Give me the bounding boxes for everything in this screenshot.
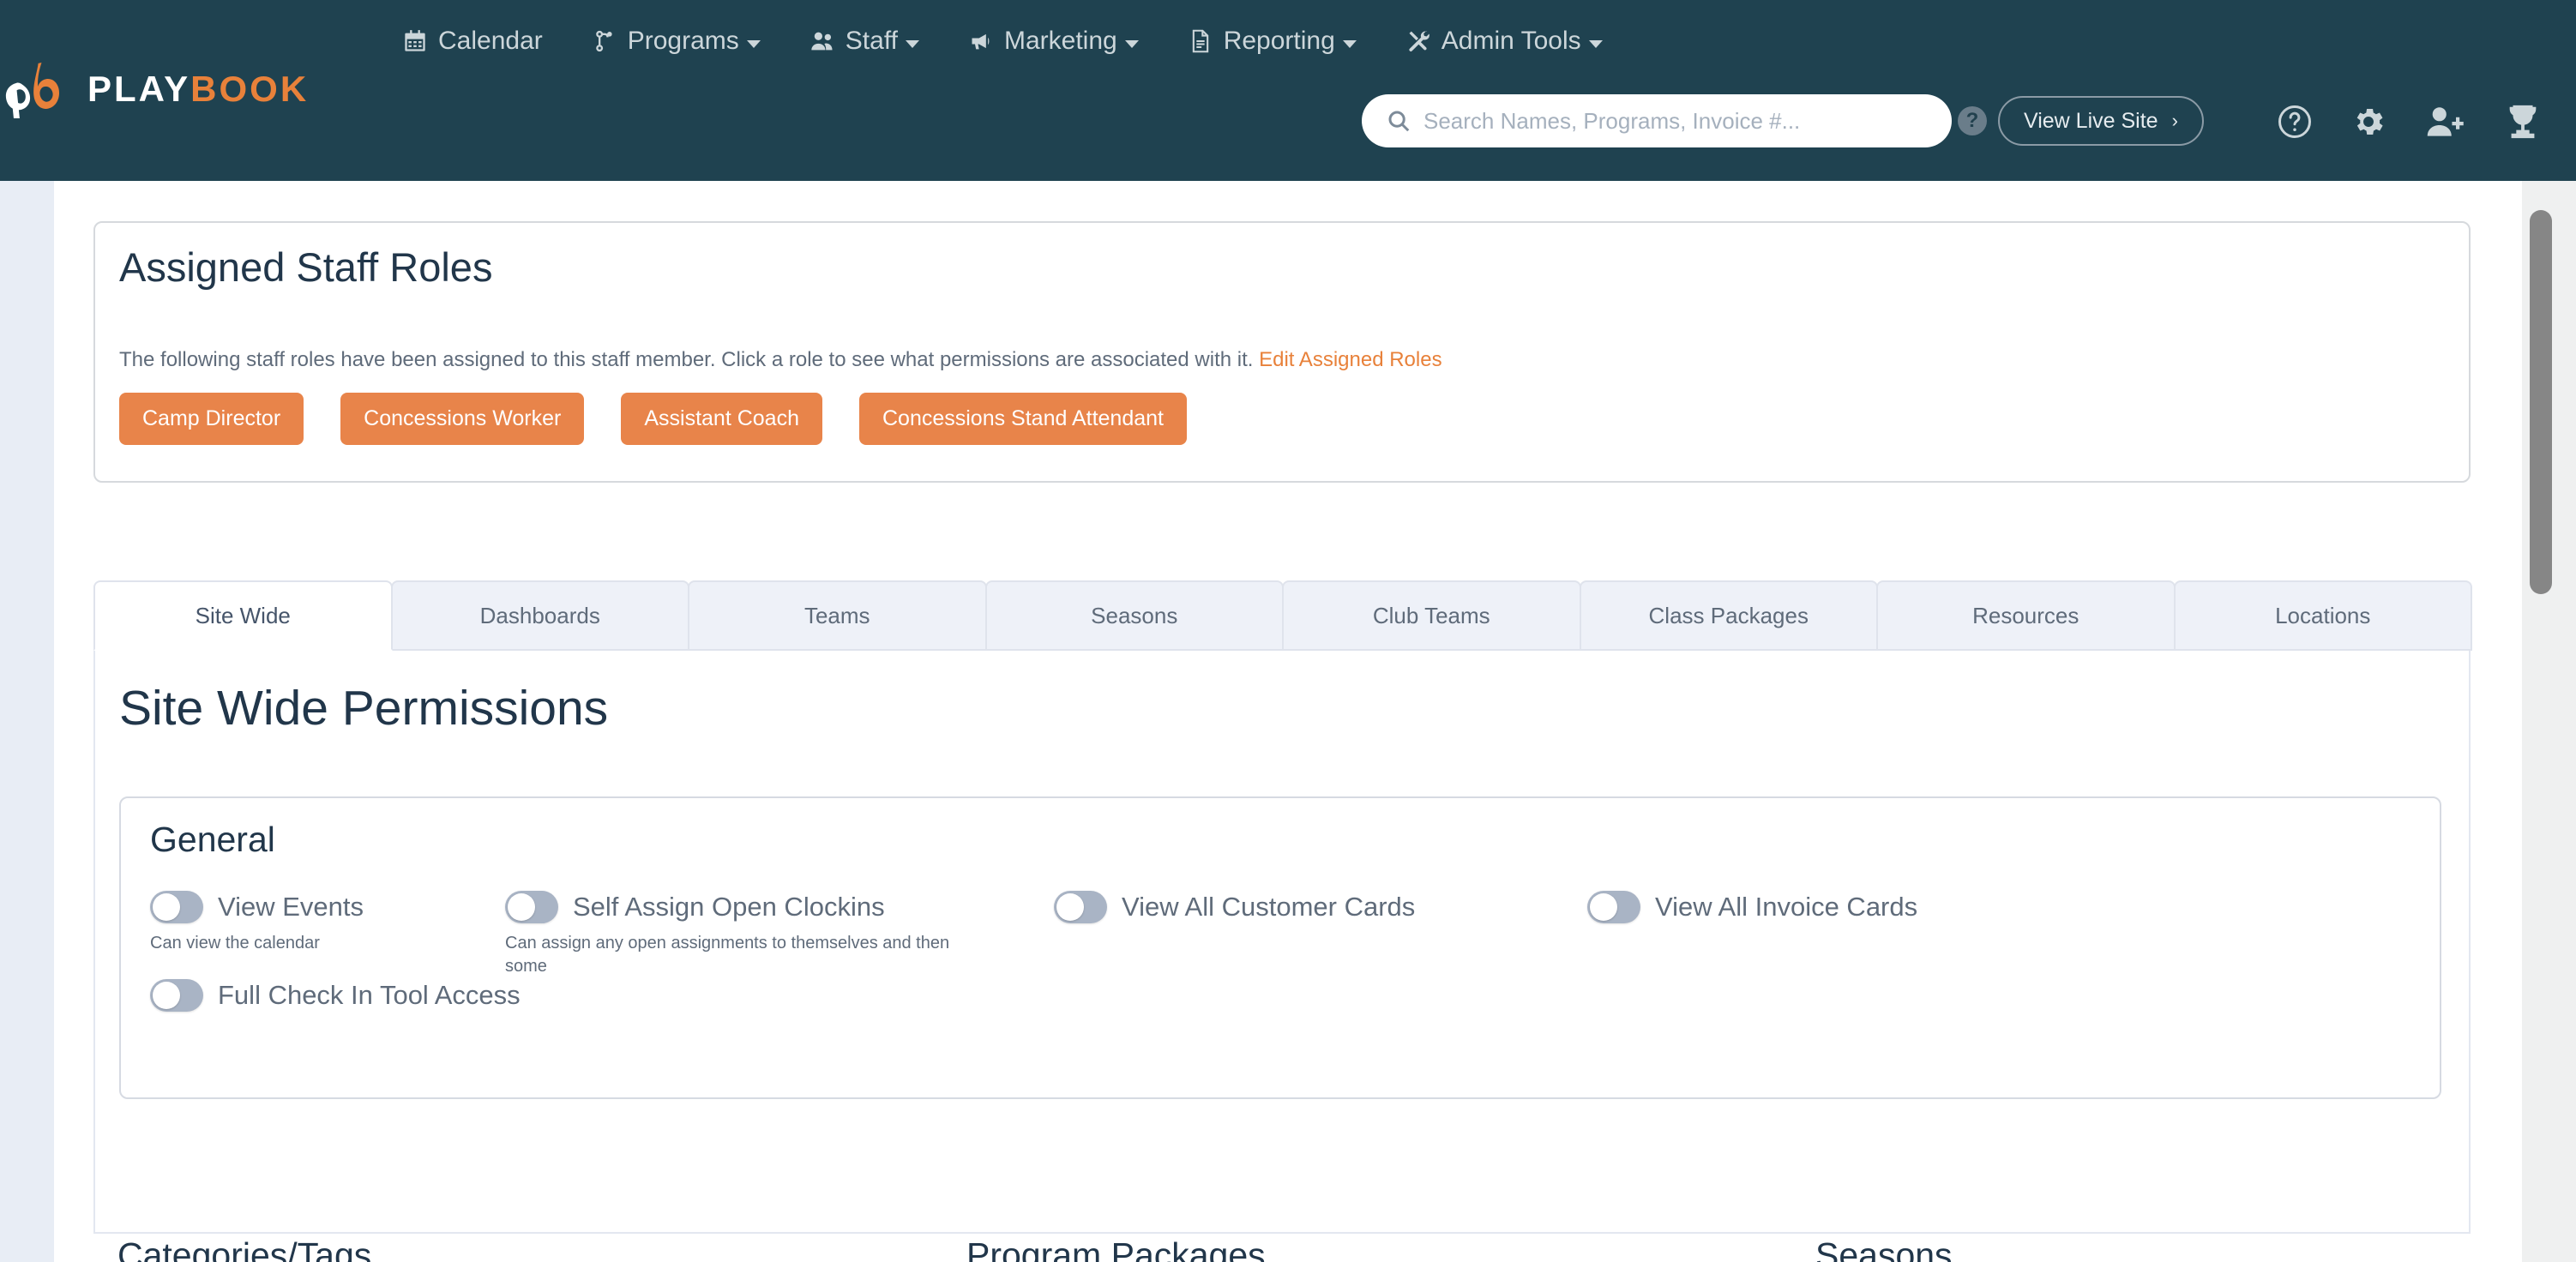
edit-assigned-roles-link[interactable]: Edit Assigned Roles <box>1259 348 1441 371</box>
bullhorn-icon <box>967 27 995 55</box>
general-section-title: General <box>150 820 275 859</box>
assigned-staff-roles-card: Assigned Staff Roles The following staff… <box>93 221 2471 483</box>
toggle-label-view-events: View Events <box>218 892 364 922</box>
tab-dashboards[interactable]: Dashboards <box>390 580 689 651</box>
chevron-down-icon <box>1124 39 1139 48</box>
subsection-title-program-packages: Program Packages <box>966 1235 1266 1262</box>
toggle-view-all-invoice-cards[interactable] <box>1587 891 1640 923</box>
nav-label-programs: Programs <box>627 27 739 55</box>
toggle-help-self-assign-open-clockins: Can assign any open assignments to thems… <box>505 934 950 976</box>
toggle-help-view-events: Can view the calendar <box>150 934 320 953</box>
scrollbar-thumb[interactable] <box>2530 210 2552 594</box>
chevron-down-icon <box>1342 39 1357 48</box>
app-header: PLAYBOOK Calendar Programs Staff Marketi… <box>0 0 2576 181</box>
nav-label-marketing: Marketing <box>1003 27 1117 55</box>
toggle-knob <box>1056 893 1084 921</box>
toggle-view-events[interactable] <box>150 891 203 923</box>
role-badge[interactable]: Concessions Stand Attendant <box>858 393 1187 445</box>
search-input[interactable] <box>1423 107 1928 135</box>
global-search[interactable] <box>1362 94 1952 147</box>
chevron-down-icon <box>1588 39 1603 48</box>
chevron-down-icon <box>905 39 919 48</box>
subsection-program-packages: Program Packages <box>966 1235 1644 1262</box>
permission-view-all-customer-cards: View All Customer Cards <box>1054 891 1415 923</box>
nav-label-staff: Staff <box>845 27 898 55</box>
main-nav: Calendar Programs Staff Marketing Report… <box>377 12 1627 70</box>
toggle-view-all-customer-cards[interactable] <box>1054 891 1107 923</box>
roles-description-text: The following staff roles have been assi… <box>119 348 1254 371</box>
pb-logo-mark-icon <box>0 60 82 123</box>
help-circle-icon[interactable] <box>2277 104 2313 140</box>
toggle-knob <box>508 893 535 921</box>
tab-resources[interactable]: Resources <box>1876 580 2176 651</box>
logo-text-play: PLAY <box>87 69 191 109</box>
nav-item-admin-tools[interactable]: Admin Tools <box>1381 27 1627 56</box>
search-icon <box>1386 108 1411 134</box>
toggle-knob <box>1590 893 1617 921</box>
nav-label-calendar: Calendar <box>438 27 543 55</box>
subsection-categories-tags: Categories/Tags <box>117 1235 795 1262</box>
nav-label-admin-tools: Admin Tools <box>1441 27 1581 55</box>
toggle-label-view-all-invoice-cards: View All Invoice Cards <box>1655 892 1918 922</box>
toggle-full-check-in-tool-access[interactable] <box>150 979 203 1012</box>
permission-view-events: View Events Can view the calendar <box>150 891 364 955</box>
calendar-icon <box>401 27 429 55</box>
permission-full-check-in-tool-access: Full Check In Tool Access <box>150 979 521 1012</box>
tab-club-teams[interactable]: Club Teams <box>1282 580 1581 651</box>
roles-description: The following staff roles have been assi… <box>119 348 1442 372</box>
left-gutter <box>0 181 54 1262</box>
chevron-right-icon: › <box>2171 110 2178 131</box>
tab-seasons[interactable]: Seasons <box>984 580 1284 651</box>
subsection-seasons: Seasons <box>1815 1235 2467 1262</box>
page-title: Assigned Staff Roles <box>119 244 493 290</box>
chevron-down-icon <box>746 39 761 48</box>
gear-icon[interactable] <box>2350 104 2386 140</box>
subsection-title-seasons: Seasons <box>1815 1235 1953 1262</box>
tools-icon <box>1405 27 1432 55</box>
role-badge-list: Camp Director Concessions Worker Assista… <box>119 393 1187 445</box>
tab-locations[interactable]: Locations <box>2173 580 2472 651</box>
app-logo[interactable]: PLAYBOOK <box>0 58 310 123</box>
toggle-self-assign-open-clockins[interactable] <box>505 891 558 923</box>
tab-class-packages[interactable]: Class Packages <box>1579 580 1878 651</box>
tab-site-wide[interactable]: Site Wide <box>93 580 393 651</box>
permission-self-assign-open-clockins: Self Assign Open Clockins Can assign any… <box>505 891 968 978</box>
nav-item-calendar[interactable]: Calendar <box>377 27 567 56</box>
search-help-badge[interactable]: ? <box>1958 106 1987 135</box>
permissions-tab-bar: Site Wide Dashboards Teams Seasons Club … <box>93 580 2472 651</box>
toggle-label-view-all-customer-cards: View All Customer Cards <box>1122 892 1416 922</box>
page-content: Assigned Staff Roles The following staff… <box>54 181 2522 1262</box>
toggle-label-full-check-in-tool-access: Full Check In Tool Access <box>218 980 521 1010</box>
logo-text-book: BOOK <box>190 69 310 109</box>
nav-item-marketing[interactable]: Marketing <box>943 27 1163 56</box>
toggle-knob <box>153 982 180 1009</box>
nav-item-reporting[interactable]: Reporting <box>1163 27 1381 56</box>
role-badge[interactable]: Camp Director <box>119 393 304 445</box>
view-live-site-label: View Live Site <box>2024 108 2158 133</box>
toggle-label-self-assign-open-clockins: Self Assign Open Clockins <box>573 892 885 922</box>
view-live-site-button[interactable]: View Live Site › <box>1998 96 2204 146</box>
permission-subsections: Categories/Tags Program Packages Seasons <box>93 1235 2471 1262</box>
role-badge[interactable]: Concessions Worker <box>340 393 585 445</box>
permission-view-all-invoice-cards: View All Invoice Cards <box>1587 891 1917 923</box>
general-permissions-card: General View Events Can view the calenda… <box>119 796 2441 1099</box>
nav-item-programs[interactable]: Programs <box>567 27 785 56</box>
header-icon-group <box>2277 94 2544 149</box>
document-icon <box>1187 27 1214 55</box>
site-wide-permissions-panel: Site Wide Permissions General View Event… <box>93 651 2471 1234</box>
permissions-heading: Site Wide Permissions <box>119 681 609 736</box>
sitemap-icon <box>591 27 618 55</box>
nav-label-reporting: Reporting <box>1223 27 1335 55</box>
subsection-title-categories-tags: Categories/Tags <box>117 1235 372 1262</box>
role-badge[interactable]: Assistant Coach <box>621 393 822 445</box>
nav-item-staff[interactable]: Staff <box>785 27 943 56</box>
user-plus-icon[interactable] <box>2424 104 2464 140</box>
users-icon <box>809 27 836 55</box>
trophy-icon[interactable] <box>2501 102 2544 141</box>
tab-teams[interactable]: Teams <box>688 580 987 651</box>
toggle-knob <box>153 893 180 921</box>
